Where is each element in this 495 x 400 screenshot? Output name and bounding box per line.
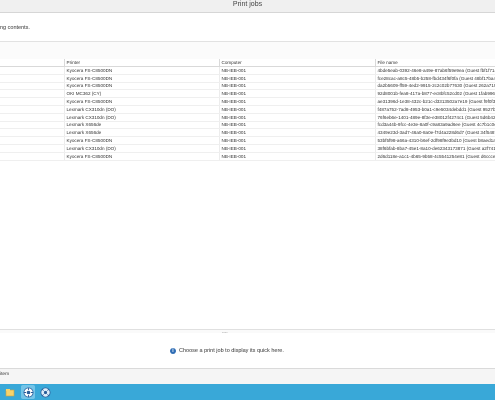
printer-cell: Kyocera FS-C8500DN <box>64 74 220 83</box>
computer-cell: NB-IEB-001 <box>219 66 376 75</box>
table-row[interactable]: Kyocera FS-C8500DN NB-IEB-001 53bf5f98-a66… <box>0 136 495 145</box>
status-text: item <box>0 372 10 377</box>
printer-cell: Lexmark X656de <box>64 128 220 138</box>
table-row[interactable]: Kyocera FS-C8500DN NB-IEB-001 da2b5609-ff5… <box>0 82 495 91</box>
quick-view-hint-text: Choose a print job to display its quick … <box>179 348 284 354</box>
quick-view-pane: i Choose a print job to display its quic… <box>0 333 495 370</box>
file-name-cell: da2b5609-ff59-4ed2-9915-2c2c02b77630 (Gu… <box>375 82 495 91</box>
row-marker <box>0 113 65 122</box>
computer-cell: NB-IEB-001 <box>219 89 376 99</box>
printer-cell: Kyocera FS-C8500DN <box>64 66 220 75</box>
computer-cell: NB-IEB-001 <box>219 128 376 138</box>
window-title: Print jobs <box>232 1 263 8</box>
computer-cell: NB-IEB-001 <box>219 136 376 145</box>
print-jobs-table: Printer Computer File name Kyocera FS-C8… <box>0 59 495 161</box>
table-row[interactable]: Lexmark X656de NB-IEB-001 4349e23d-3ad7-46… <box>0 128 495 138</box>
table-row[interactable]: Lexmark X656de NB-IEB-001 fcd3a44b-9fcc-4e… <box>0 121 495 130</box>
table-body: Kyocera FS-C8500DN NB-IEB-001 4bde5eab-039… <box>0 66 495 161</box>
computer-cell: NB-IEB-001 <box>219 105 376 114</box>
file-name-cell: 38f6bfab-8ba7-45e1-8a10-de62343173871 (G… <box>375 144 495 153</box>
print-jobs-grid: Printer Computer File name Kyocera FS-C8… <box>0 59 495 329</box>
info-icon: i <box>170 348 176 354</box>
printer-cell: Lexmark X656de <box>64 121 220 130</box>
table-row[interactable]: Kyocera FS-C8500DN NB-IEB-001 fce28cac-a8c… <box>0 74 495 83</box>
computer-cell: NB-IEB-001 <box>219 82 376 91</box>
row-marker <box>0 89 65 99</box>
printer-cell: Kyocera FS-C8500DN <box>64 136 220 145</box>
printer-cell: Lexmark CX310dn (DO) <box>64 113 220 122</box>
table-row[interactable]: Lexmark CX310dn (DO) NB-IEB-001 38f6bfab-8… <box>0 144 495 153</box>
quick-view-hint: i Choose a print job to display its quic… <box>170 348 284 354</box>
file-name-cell: 76f6eb6e-1401-489e-8f3e-e38012f4274c1 (G… <box>375 113 495 122</box>
row-marker <box>0 105 65 114</box>
file-name-cell: fcd3a44b-9fcc-4e3e-8a0f-c9a83a9ad6ee (Gu… <box>375 121 495 130</box>
table-header-row: Printer Computer File name <box>0 59 495 67</box>
column-header-computer[interactable]: Computer <box>219 59 376 67</box>
printer-cell: OKI MC362 (CY) <box>64 89 220 99</box>
table-row[interactable]: Lexmark CX310dn (DO) NB-IEB-001 76f6eb6e-1… <box>0 113 495 122</box>
info-message: ng contents. <box>0 25 30 31</box>
printer-cell: Kyocera FS-C8500DN <box>64 152 220 161</box>
row-marker <box>0 144 65 153</box>
printer-cell: Lexmark CX310dn (DO) <box>64 105 220 114</box>
status-bar: item <box>0 368 495 385</box>
computer-cell: NB-IEB-001 <box>219 74 376 83</box>
print-management-icon[interactable] <box>21 385 35 399</box>
printer-cell: Lexmark CX310dn (DO) <box>64 144 220 153</box>
table-row[interactable]: Kyocera FS-C8500DN NB-IEB-001 4bde5eab-039… <box>0 66 495 75</box>
info-bar: ng contents. <box>0 13 495 41</box>
table-row[interactable]: Lexmark CX310dn (DO) NB-IEB-001 f487a752-7… <box>0 105 495 114</box>
file-name-cell: 2d6d118e-a1c1-4b65-9b58-4c5541254e81 (Gu… <box>375 152 495 161</box>
row-marker <box>0 97 65 106</box>
file-name-cell: ae31396d-1e38-432c-b21c-d3313502a7e19 (G… <box>375 97 495 106</box>
printer-cell: Kyocera FS-C8500DN <box>64 82 220 91</box>
column-header-file-name[interactable]: File name <box>375 59 495 67</box>
file-name-cell: 4bde5eab-0392-46e8-a49e-87ab6f59e9ea (Gu… <box>375 66 495 75</box>
table-row[interactable]: Kyocera FS-C8500DN NB-IEB-001 2d6d118e-a1c… <box>0 152 495 161</box>
computer-cell: NB-IEB-001 <box>219 144 376 153</box>
row-marker <box>0 74 65 83</box>
printer-app-icon[interactable] <box>38 385 52 399</box>
table-row[interactable]: Kyocera FS-C8500DN NB-IEB-001 ae31396d-1e3… <box>0 97 495 106</box>
row-marker <box>0 128 65 138</box>
file-name-cell: f487a752-7ad8-4953-b0a1-c9e5034debdd1 (G… <box>375 105 495 114</box>
computer-cell: NB-IEB-001 <box>219 113 376 122</box>
computer-cell: NB-IEB-001 <box>219 97 376 106</box>
computer-cell: NB-IEB-001 <box>219 121 376 130</box>
column-header-printer[interactable]: Printer <box>64 59 220 67</box>
file-name-cell: 53bf5f98-a66a-4310-b6ef-2df98f9e3bd10 (G… <box>375 136 495 145</box>
taskbar <box>0 384 495 400</box>
row-marker <box>0 136 65 145</box>
row-marker <box>0 152 65 161</box>
column-header-0[interactable] <box>0 59 65 67</box>
file-name-cell: 92d8001b-fea8-417a-b877-ec8bfc52cd02 (Gu… <box>375 89 495 99</box>
computer-cell: NB-IEB-001 <box>219 152 376 161</box>
explorer-icon[interactable] <box>3 385 17 399</box>
row-marker <box>0 66 65 75</box>
table-row[interactable]: OKI MC362 (CY) NB-IEB-001 92d8001b-fea8-41… <box>0 89 495 99</box>
file-name-cell: 4349e23d-3ad7-46a0-8a0e-f7d4a228d6d7 (Gu… <box>375 128 495 138</box>
filter-toolbar <box>0 41 495 60</box>
printer-cell: Kyocera FS-C8500DN <box>64 97 220 106</box>
row-marker <box>0 82 65 91</box>
row-marker <box>0 121 65 130</box>
file-name-cell: fce28cac-a8c5-48b5-b258-fbd434f6f0fa (Gu… <box>375 74 495 83</box>
title-bar: Print jobs <box>0 0 495 13</box>
